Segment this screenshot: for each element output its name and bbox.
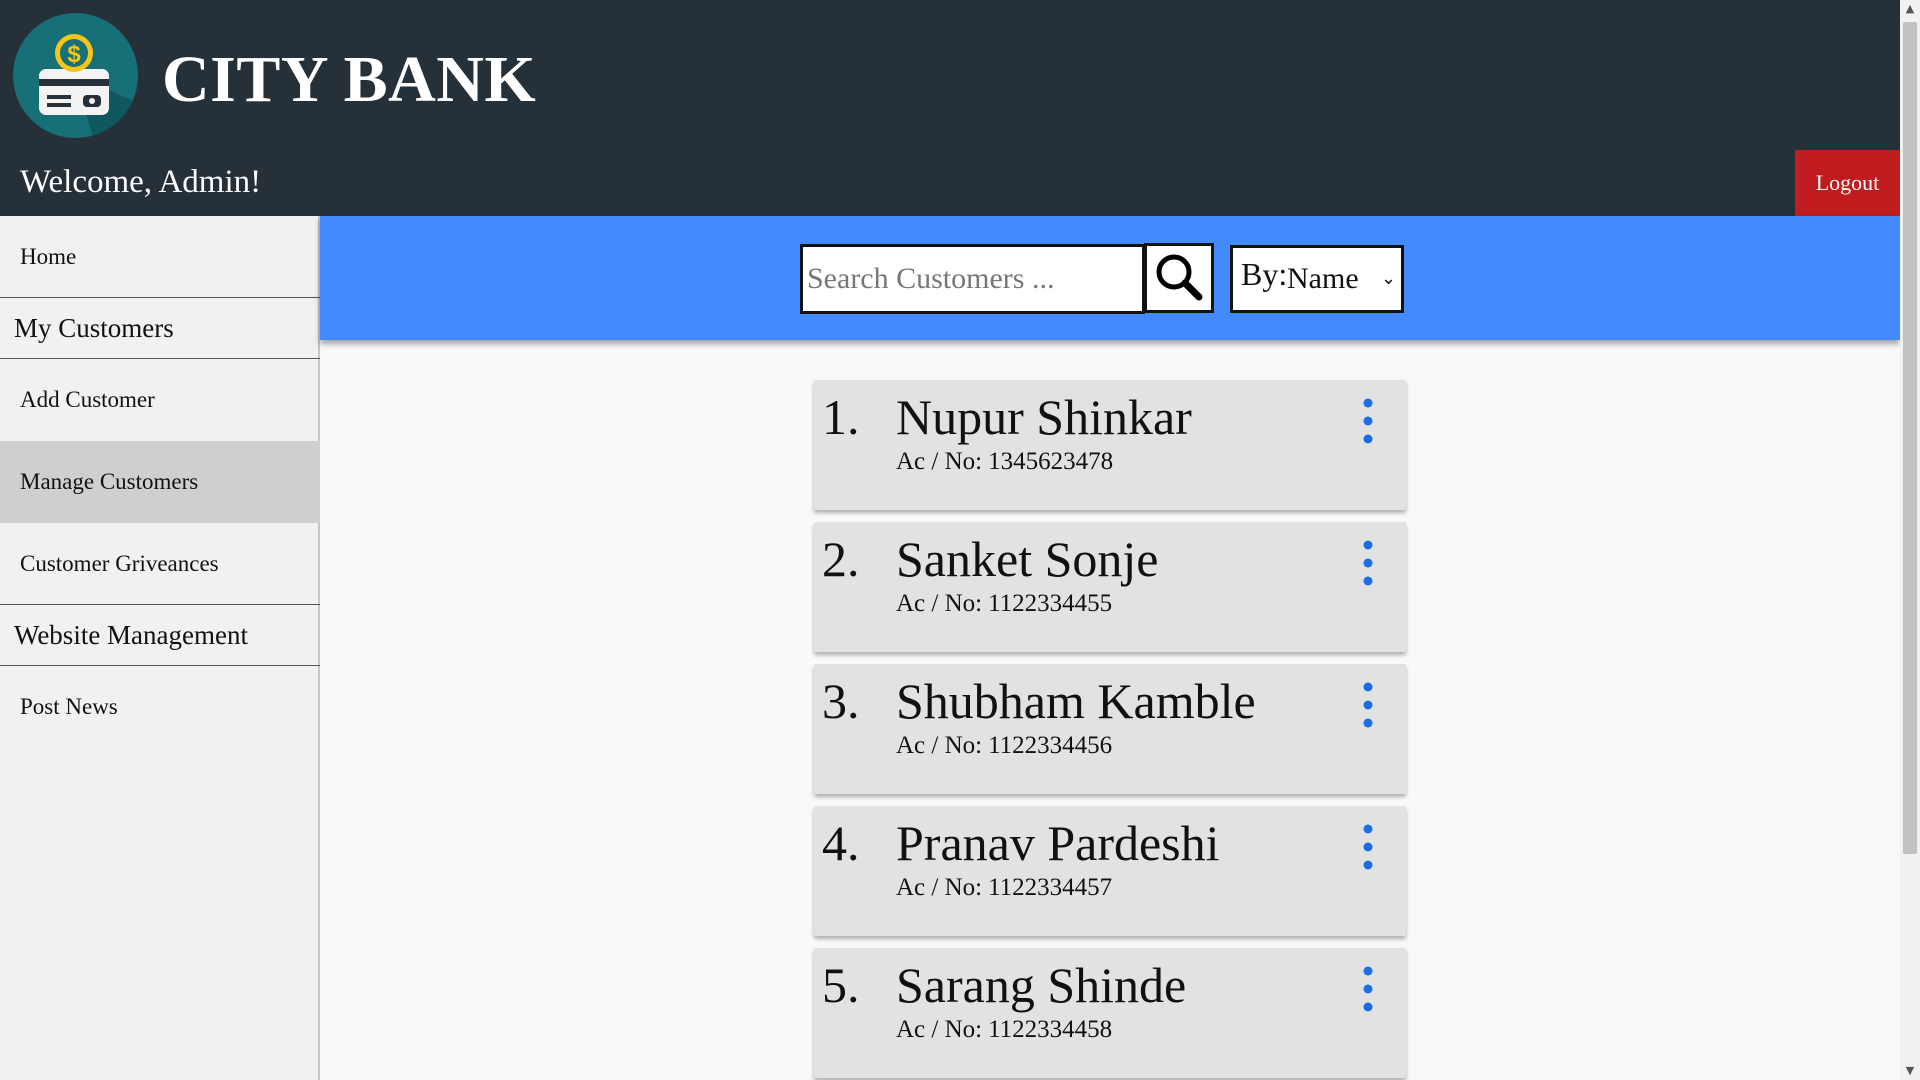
customer-index: 1. <box>822 389 860 445</box>
customer-card[interactable]: 1. Nupur Shinkar Ac / No: 1345623478 <box>814 380 1406 510</box>
search-by-select[interactable]: By: Name ⌄ <box>1230 245 1404 313</box>
account-label: Ac / No: <box>896 874 983 901</box>
more-vertical-icon[interactable] <box>1360 398 1376 444</box>
logout-button[interactable]: Logout <box>1795 150 1900 216</box>
bank-logo-icon: $ <box>13 13 138 138</box>
customer-name: Sarang Shinde <box>896 957 1187 1013</box>
account-number: 1345623478 <box>988 448 1114 475</box>
sidebar-item-add-customer[interactable]: Add Customer <box>0 359 320 441</box>
page: $ CITY BANK Welcome, Admin! Logout Home … <box>0 0 1920 1080</box>
sidebar: Home My Customers Add Customer Manage Cu… <box>0 216 320 1080</box>
search-icon <box>1156 254 1203 301</box>
account-label: Ac / No: <box>896 1016 983 1043</box>
customer-card[interactable]: 2. Sanket Sonje Ac / No: 1122334455 <box>814 522 1406 652</box>
svg-text:$: $ <box>67 41 81 68</box>
customer-card[interactable]: 3. Shubham Kamble Ac / No: 1122334456 <box>814 664 1406 794</box>
account-number: 1122334458 <box>988 1016 1113 1043</box>
customer-account: Ac / No: 1122334455 <box>896 590 1112 618</box>
more-vertical-icon[interactable] <box>1360 966 1376 1012</box>
customer-card[interactable]: 5. Sarang Shinde Ac / No: 1122334458 <box>814 948 1406 1078</box>
sidebar-item-post-news[interactable]: Post News <box>0 666 320 748</box>
account-number: 1122334457 <box>988 874 1113 901</box>
customer-index: 4. <box>822 815 860 871</box>
more-vertical-icon[interactable] <box>1360 682 1376 728</box>
account-label: Ac / No: <box>896 448 983 475</box>
search-by-value: Name <box>1287 262 1359 295</box>
customer-index: 3. <box>822 673 860 729</box>
header: $ CITY BANK Welcome, Admin! <box>0 0 1900 216</box>
customer-list: 1. Nupur Shinkar Ac / No: 1345623478 2. Sanke… <box>814 380 1406 1080</box>
search-input[interactable] <box>800 244 1145 314</box>
customer-index: 5. <box>822 957 860 1013</box>
customer-name: Pranav Pardeshi <box>896 815 1220 871</box>
more-vertical-icon[interactable] <box>1360 540 1376 586</box>
search-by-label: By: <box>1241 256 1288 292</box>
scroll-up-arrow-icon[interactable]: ▲ <box>1900 0 1920 18</box>
welcome-message: Welcome, Admin! <box>20 164 262 200</box>
chevron-down-icon: ⌄ <box>1381 268 1397 288</box>
sidebar-heading-website-management: Website Management <box>0 605 320 666</box>
sidebar-item-manage-customers[interactable]: Manage Customers <box>0 441 320 523</box>
account-label: Ac / No: <box>896 732 983 759</box>
account-label: Ac / No: <box>896 590 983 617</box>
customer-account: Ac / No: 1122334456 <box>896 732 1112 760</box>
customer-name: Sanket Sonje <box>896 531 1159 587</box>
sidebar-item-customer-griveances[interactable]: Customer Griveances <box>0 523 320 605</box>
scroll-down-arrow-icon[interactable]: ▼ <box>1900 1062 1920 1080</box>
more-vertical-icon[interactable] <box>1360 824 1376 870</box>
customer-account: Ac / No: 1345623478 <box>896 448 1113 476</box>
account-number: 1122334455 <box>988 590 1113 617</box>
customer-name: Nupur Shinkar <box>896 389 1192 445</box>
sidebar-heading-my-customers: My Customers <box>0 298 320 359</box>
customer-account: Ac / No: 1122334457 <box>896 874 1112 902</box>
sidebar-item-home[interactable]: Home <box>0 216 320 298</box>
customer-name: Shubham Kamble <box>896 673 1256 729</box>
customer-card[interactable]: 4. Pranav Pardeshi Ac / No: 1122334457 <box>814 806 1406 936</box>
scrollbar-thumb[interactable] <box>1903 22 1917 854</box>
customer-account: Ac / No: 1122334458 <box>896 1016 1112 1044</box>
account-number: 1122334456 <box>988 732 1113 759</box>
search-button[interactable] <box>1144 243 1214 313</box>
customer-index: 2. <box>822 531 860 587</box>
brand-title: CITY BANK <box>162 43 537 116</box>
